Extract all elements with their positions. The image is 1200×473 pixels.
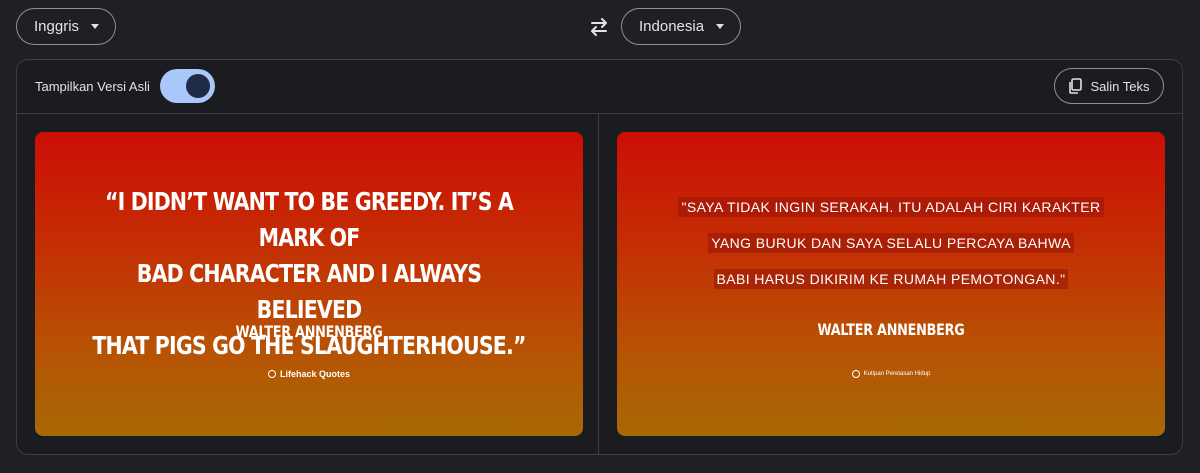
chevron-down-icon bbox=[716, 24, 725, 29]
translated-author: WALTER ANNENBERG bbox=[817, 320, 965, 339]
panel-divider bbox=[598, 113, 599, 454]
show-original-label: Tampilkan Versi Asli bbox=[35, 79, 150, 94]
translated-brand: Kutipan Peretasan Hidup bbox=[617, 370, 1165, 378]
translated-quote-line: BABI HARUS DIKIRIM KE RUMAH PEMOTONGAN." bbox=[713, 269, 1069, 289]
translated-image: "SAYA TIDAK INGIN SERAKAH. ITU ADALAH CI… bbox=[617, 132, 1165, 436]
source-language-button[interactable]: Inggris bbox=[16, 8, 116, 45]
original-quote-line: BAD CHARACTER AND I ALWAYS BELIEVED bbox=[136, 259, 482, 324]
original-brand: Lifehack Quotes bbox=[35, 369, 583, 379]
translated-quote-line: YANG BURUK DAN SAYA SELALU PERCAYA BAHWA bbox=[708, 233, 1074, 253]
copy-text-label: Salin Teks bbox=[1090, 78, 1150, 94]
copy-icon bbox=[1069, 78, 1083, 94]
source-language-label: Inggris bbox=[34, 18, 80, 35]
translated-quote-line: "SAYA TIDAK INGIN SERAKAH. ITU ADALAH CI… bbox=[678, 197, 1104, 217]
translated-brand-label: Kutipan Peretasan Hidup bbox=[863, 371, 931, 377]
swap-icon bbox=[591, 18, 607, 36]
show-original-toggle[interactable] bbox=[160, 69, 215, 103]
toggle-knob bbox=[186, 74, 210, 98]
translated-quote: "SAYA TIDAK INGIN SERAKAH. ITU ADALAH CI… bbox=[617, 189, 1165, 297]
target-language-label: Indonesia bbox=[639, 18, 705, 35]
original-author: WALTER ANNENBERG bbox=[235, 322, 383, 341]
copy-text-button[interactable]: Salin Teks bbox=[1054, 68, 1164, 104]
brand-logo-icon bbox=[851, 370, 860, 378]
chevron-down-icon bbox=[91, 24, 100, 29]
original-image: “I DIDN’T WANT TO BE GREEDY. IT’S A MARK… bbox=[35, 132, 583, 436]
original-brand-label: Lifehack Quotes bbox=[279, 369, 351, 379]
original-quote-line: “I DIDN’T WANT TO BE GREEDY. IT’S A MARK… bbox=[104, 187, 514, 252]
translation-panel: Tampilkan Versi Asli Salin Teks “I DIDN’… bbox=[16, 59, 1183, 455]
brand-logo-icon bbox=[267, 370, 276, 378]
panel-toolbar: Tampilkan Versi Asli Salin Teks bbox=[17, 60, 1182, 114]
target-language-button[interactable]: Indonesia bbox=[621, 8, 741, 45]
swap-languages-button[interactable] bbox=[584, 12, 614, 42]
